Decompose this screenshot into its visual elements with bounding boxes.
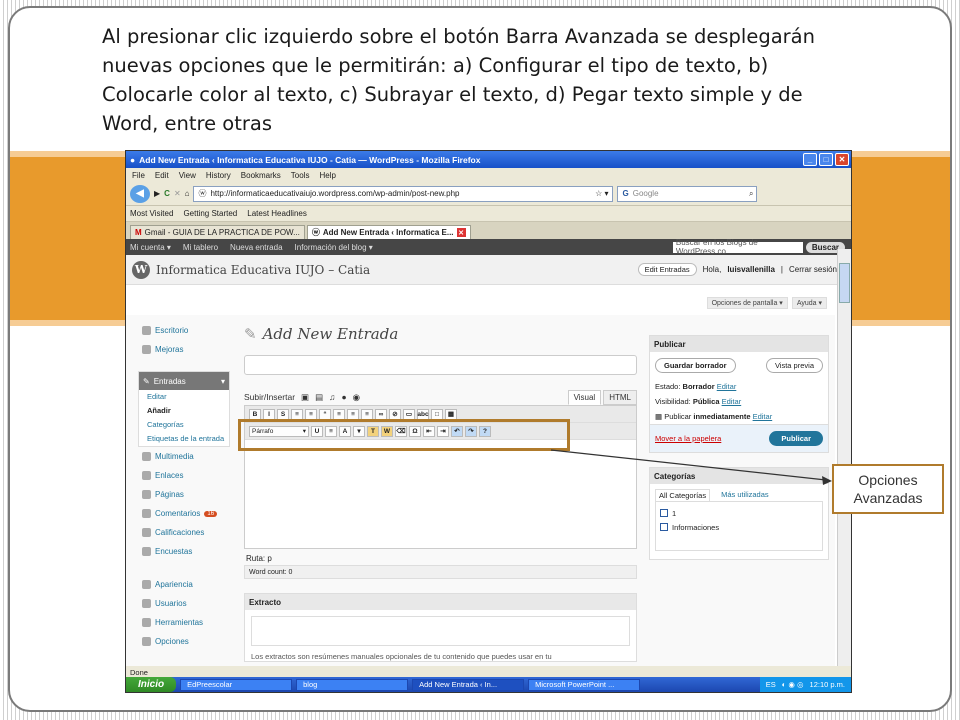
- callout-box: Opciones Avanzadas: [832, 464, 944, 514]
- callout-arrow: [550, 449, 832, 485]
